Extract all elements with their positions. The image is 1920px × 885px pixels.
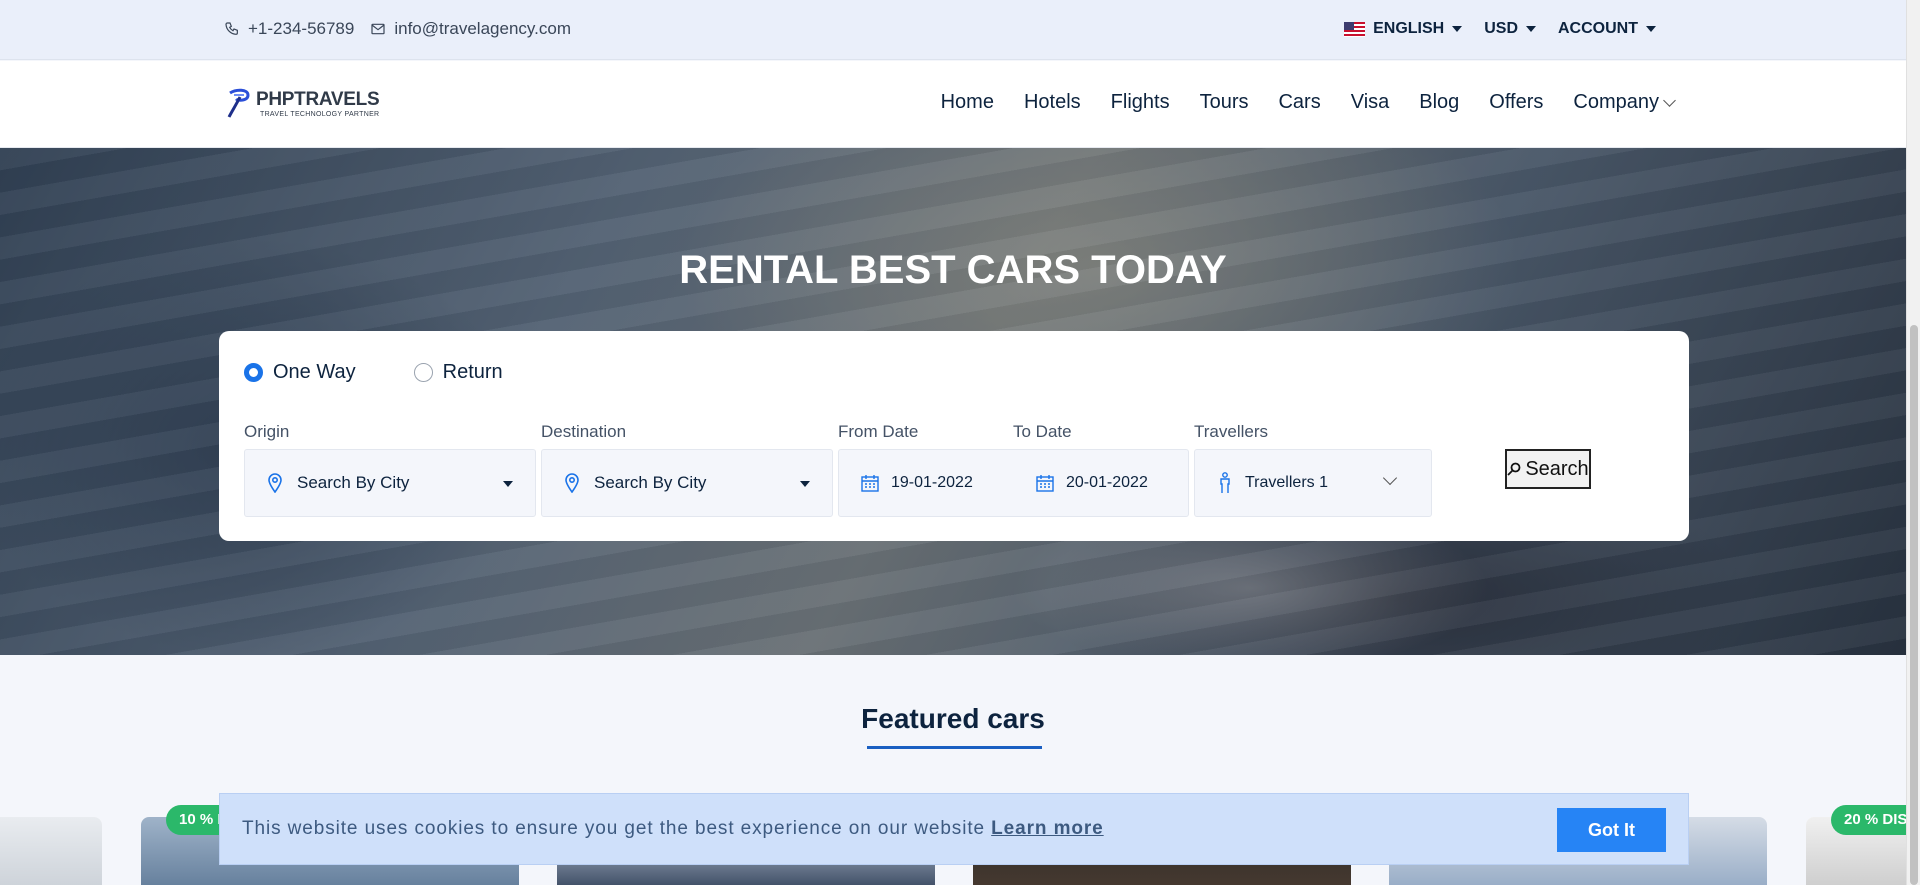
nav-blog[interactable]: Blog [1419,91,1459,114]
top-bar: +1-234-56789 info@travelagency.com ENGLI… [0,0,1906,60]
nav-tours[interactable]: Tours [1200,91,1249,114]
cookie-consent-banner: This website uses cookies to ensure you … [219,793,1689,865]
car-card[interactable] [0,817,102,885]
logo-mark-icon [227,88,250,118]
email-address: info@travelagency.com [394,19,571,38]
nav-company-label: Company [1573,91,1659,113]
destination-select[interactable]: Search By City [541,449,833,517]
language-label: ENGLISH [1373,20,1445,37]
nav-cars[interactable]: Cars [1278,91,1320,114]
nav-flights[interactable]: Flights [1111,91,1170,114]
scrollbar-thumb[interactable] [1910,325,1918,885]
radio-one-way[interactable]: One Way [244,361,356,384]
from-date-label: From Date [838,422,919,441]
cookie-message: This website uses cookies to ensure you … [242,818,1104,840]
phone-number: +1-234-56789 [248,19,355,38]
contact-info: +1-234-56789 info@travelagency.com [224,19,571,39]
learn-more-link[interactable]: Learn more [991,818,1103,839]
destination-value: Search By City [594,473,707,492]
calendar-icon [861,474,879,492]
discount-badge: 20 % DISCOUNT [1831,805,1906,835]
origin-label: Origin [244,422,290,441]
logo-tagline: TRAVEL TECHNOLOGY PARTNER [260,110,380,118]
got-it-button[interactable]: Got It [1557,808,1666,852]
chevron-down-icon [1382,470,1398,486]
radio-checked-icon [244,363,263,382]
to-date-value: 20-01-2022 [1066,474,1148,491]
nav-company[interactable]: Company [1573,91,1676,114]
map-pin-icon [565,473,579,493]
search-icon [1507,462,1521,476]
search-button[interactable]: Search [1505,449,1591,489]
currency-dropdown[interactable]: USD [1484,20,1536,38]
mail-icon [371,23,385,35]
radio-return-label: Return [442,361,503,383]
trip-type-radios: One Way Return [244,361,503,384]
nav-visa[interactable]: Visa [1351,91,1390,114]
caret-down-icon [1526,26,1536,32]
nav-offers[interactable]: Offers [1489,91,1543,114]
to-date-input[interactable]: 20-01-2022 [1036,474,1148,492]
caret-down-icon [800,481,810,487]
currency-label: USD [1484,20,1518,37]
radio-one-way-label: One Way [273,361,356,383]
site-logo[interactable]: PHPTRAVELS TRAVEL TECHNOLOGY PARTNER [226,87,380,119]
nav-hotels[interactable]: Hotels [1024,91,1081,114]
hero-title: RENTAL BEST CARS TODAY [679,248,1227,292]
cookie-message-text: This website uses cookies to ensure you … [242,818,985,839]
heading-underline [867,746,1042,749]
car-image [0,817,102,885]
caret-down-icon [1646,26,1656,32]
travellers-value: Travellers 1 [1245,474,1328,491]
travellers-label: Travellers [1194,422,1268,441]
origin-select[interactable]: Search By City [244,449,536,517]
language-dropdown[interactable]: ENGLISH [1344,20,1463,38]
featured-cars-heading: Featured cars [861,703,1045,734]
phone-contact[interactable]: +1-234-56789 [224,19,354,39]
car-search-form: One Way Return Origin Search By City Des… [219,331,1689,541]
person-icon [1220,472,1230,493]
account-dropdown[interactable]: ACCOUNT [1558,20,1656,38]
date-range-field: 19-01-2022 20-01-2022 [838,449,1189,517]
origin-value: Search By City [297,473,410,492]
email-contact[interactable]: info@travelagency.com [370,19,571,39]
page-scrollbar[interactable] [1906,0,1920,885]
nav-home[interactable]: Home [941,91,994,114]
radio-return[interactable]: Return [413,361,503,384]
logo-brand-text: PHPTRAVELS [256,88,380,110]
travellers-select[interactable]: Travellers 1 [1194,449,1432,517]
destination-label: Destination [541,422,627,441]
calendar-icon [1036,474,1054,492]
caret-down-icon [503,481,513,487]
us-flag-icon [1344,21,1366,37]
from-date-value: 19-01-2022 [891,474,973,491]
from-date-input[interactable]: 19-01-2022 [861,474,973,492]
radio-unchecked-icon [413,363,433,382]
caret-down-icon [1452,26,1463,32]
account-label: ACCOUNT [1558,20,1638,37]
chevron-down-icon [1663,93,1676,107]
search-button-label: Search [1525,457,1589,480]
to-date-label: To Date [1013,422,1072,441]
main-menu: Home Hotels Flights Tours Cars Visa Blog… [941,91,1676,114]
phone-icon [225,22,238,35]
main-navbar: PHPTRAVELS TRAVEL TECHNOLOGY PARTNER Hom… [0,61,1906,148]
topbar-dropdowns: ENGLISH USD ACCOUNT [1344,20,1656,38]
map-pin-icon [268,473,282,493]
